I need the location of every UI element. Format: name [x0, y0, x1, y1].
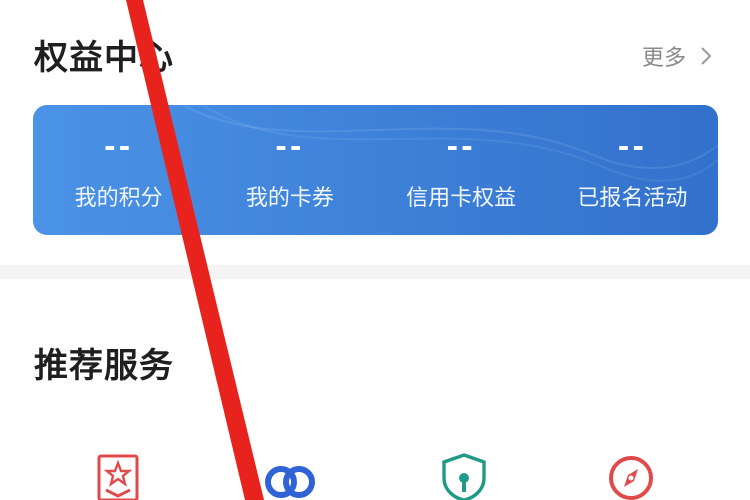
recommended-services-title: 推荐服务 [34, 346, 174, 386]
stat-credit-card-rights[interactable]: -- 信用卡权益 [376, 105, 547, 235]
more-label: 更多 [641, 46, 686, 71]
rights-center-title: 权益中心 [34, 38, 174, 78]
stat-coupons-label: 我的卡券 [245, 186, 334, 211]
stat-coupons-value: -- [275, 130, 305, 163]
stat-registered-activities-label: 已报名活动 [577, 186, 688, 211]
stat-credit-card-rights-label: 信用卡权益 [406, 186, 517, 211]
ribbon-star-icon[interactable] [94, 452, 142, 500]
more-link[interactable]: 更多 [642, 40, 716, 72]
rights-card: -- 我的积分 -- 我的卡券 -- 信用卡权益 -- 已报名活动 [33, 105, 718, 235]
compass-icon[interactable] [607, 452, 655, 500]
stat-coupons[interactable]: -- 我的卡券 [204, 105, 375, 235]
section-divider [0, 265, 750, 279]
stat-points-value: -- [104, 130, 134, 163]
link-chain-icon[interactable] [262, 452, 318, 500]
chevron-right-icon [701, 47, 712, 65]
shield-lock-icon[interactable] [440, 452, 488, 500]
stat-registered-activities[interactable]: -- 已报名活动 [547, 105, 718, 235]
stat-credit-card-rights-value: -- [446, 130, 476, 163]
stat-registered-activities-value: -- [617, 130, 647, 163]
stat-points-label: 我的积分 [74, 186, 163, 211]
stat-points[interactable]: -- 我的积分 [33, 105, 204, 235]
